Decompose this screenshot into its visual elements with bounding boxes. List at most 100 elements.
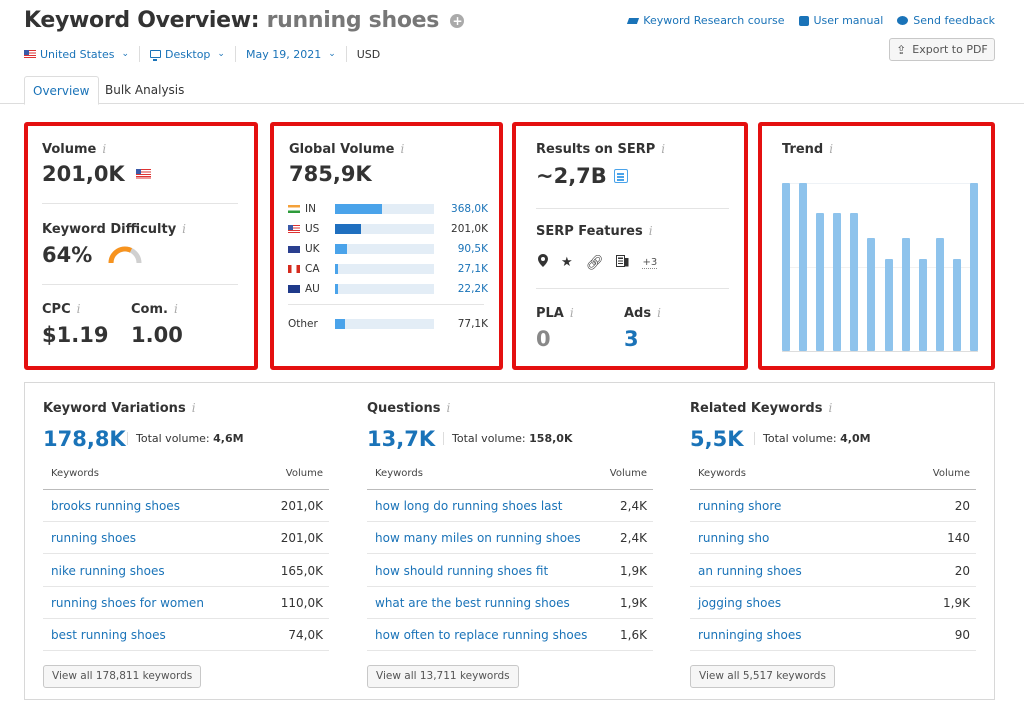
- info-icon[interactable]: i: [77, 302, 81, 316]
- user-manual-link[interactable]: User manual: [798, 14, 884, 27]
- info-icon[interactable]: i: [661, 142, 665, 156]
- ads-value[interactable]: 3: [624, 327, 639, 351]
- trend-bar[interactable]: [850, 213, 859, 351]
- info-icon[interactable]: i: [828, 401, 832, 415]
- device-dropdown[interactable]: Desktop ⌄: [150, 48, 225, 61]
- keyword-link[interactable]: running shoes: [51, 531, 136, 545]
- star-icon[interactable]: ★: [561, 255, 573, 270]
- volume-bar-fill: [335, 204, 382, 214]
- info-icon[interactable]: i: [400, 142, 404, 156]
- info-icon[interactable]: i: [657, 306, 661, 320]
- volume-bar-track: [335, 224, 434, 234]
- volume-bar-track: [335, 264, 434, 274]
- country-row-in: IN 368,0K: [288, 202, 488, 216]
- serp-snapshot-icon[interactable]: [614, 169, 629, 183]
- section-count[interactable]: 178,8K: [43, 427, 126, 451]
- keyword-link[interactable]: nike running shoes: [51, 564, 165, 578]
- total-volume: Total volume: 4,0M: [754, 432, 871, 445]
- trend-bar[interactable]: [867, 238, 876, 351]
- keyword-link[interactable]: running shoes for women: [51, 596, 204, 610]
- trend-bar[interactable]: [918, 258, 927, 351]
- keyword-link[interactable]: an running shoes: [698, 564, 802, 578]
- column-header-volume: Volume: [609, 468, 647, 479]
- trend-bar[interactable]: [884, 258, 893, 351]
- keyword-research-course-link[interactable]: Keyword Research course: [627, 14, 785, 27]
- info-icon[interactable]: i: [102, 142, 106, 156]
- currency-label: USD: [356, 47, 381, 61]
- kd-label: Keyword Difficulty i: [42, 222, 186, 237]
- tab-bulk-analysis[interactable]: Bulk Analysis: [97, 76, 192, 105]
- export-pdf-button[interactable]: ⇪ Export to PDF: [889, 38, 995, 61]
- info-icon[interactable]: i: [570, 306, 574, 320]
- link-label: Keyword Research course: [643, 14, 785, 27]
- location-pin-icon[interactable]: [538, 254, 548, 271]
- info-icon[interactable]: i: [192, 401, 196, 415]
- baseline: [782, 351, 978, 352]
- keyword-link[interactable]: runninging shoes: [698, 628, 802, 642]
- trend-bar[interactable]: [816, 213, 825, 351]
- country-volume[interactable]: 27,1K: [458, 263, 488, 275]
- section-count[interactable]: 13,7K: [367, 427, 435, 451]
- trend-bar[interactable]: [782, 183, 790, 351]
- send-feedback-link[interactable]: Send feedback: [897, 14, 995, 27]
- uk-flag-icon: [288, 245, 300, 253]
- country-volume[interactable]: 368,0K: [451, 203, 488, 215]
- keyword-link[interactable]: what are the best running shoes: [375, 596, 570, 610]
- news-icon[interactable]: [616, 254, 629, 271]
- other-value: 77,1K: [457, 318, 488, 330]
- total-value: 4,0M: [840, 432, 871, 445]
- info-icon[interactable]: i: [829, 142, 833, 156]
- keyword-link[interactable]: running sho: [698, 531, 769, 545]
- keyword-link[interactable]: jogging shoes: [698, 596, 781, 610]
- view-all-button[interactable]: View all 5,517 keywords: [690, 665, 835, 688]
- country-volume[interactable]: 22,2K: [458, 283, 488, 295]
- filter-bar: United States ⌄ Desktop ⌄ May 19, 2021 ⌄…: [24, 46, 380, 62]
- link-label: User manual: [813, 14, 884, 27]
- keyword-link[interactable]: brooks running shoes: [51, 499, 180, 513]
- info-icon[interactable]: i: [446, 401, 450, 415]
- keyword-link[interactable]: how many miles on running shoes: [375, 531, 581, 545]
- tab-overview[interactable]: Overview: [24, 76, 99, 105]
- cpc-value: $1.19: [42, 323, 109, 347]
- table-row: how long do running shoes last 2,4K: [367, 490, 653, 522]
- table-row: nike running shoes 165,0K: [43, 555, 329, 587]
- keyword-volume: 1,6K: [620, 628, 647, 643]
- more-features-link[interactable]: +3: [642, 257, 658, 269]
- pla-value: 0: [536, 327, 551, 351]
- view-all-button[interactable]: View all 178,811 keywords: [43, 665, 202, 688]
- keyword-volume: 165,0K: [280, 563, 323, 578]
- section-count[interactable]: 5,5K: [690, 427, 743, 451]
- column-header-volume: Volume: [932, 468, 970, 479]
- total-volume: Total volume: 158,0K: [443, 432, 572, 445]
- date-label: May 19, 2021: [245, 47, 322, 61]
- keyword-link[interactable]: how should running shoes fit: [375, 564, 548, 578]
- country-row-au: AU 22,2K: [288, 282, 488, 296]
- country-dropdown[interactable]: United States ⌄: [24, 48, 129, 61]
- trend-bar[interactable]: [833, 213, 842, 351]
- volume-bar-fill: [335, 244, 347, 254]
- info-icon[interactable]: i: [649, 224, 653, 238]
- country-volume[interactable]: 90,5K: [458, 243, 488, 255]
- trend-bar[interactable]: [952, 258, 961, 351]
- divider: [42, 203, 238, 204]
- trend-bar[interactable]: [935, 238, 944, 351]
- keyword-link[interactable]: best running shoes: [51, 628, 166, 642]
- date-dropdown[interactable]: May 19, 2021 ⌄: [246, 48, 336, 61]
- trend-bar[interactable]: [799, 183, 808, 351]
- info-icon[interactable]: i: [174, 302, 178, 316]
- keyword-link[interactable]: how often to replace running shoes: [375, 628, 587, 642]
- column-header-volume: Volume: [285, 468, 323, 479]
- keyword-volume: 74,0K: [288, 628, 323, 643]
- label-text: Keyword Difficulty: [42, 222, 177, 237]
- info-icon[interactable]: i: [182, 222, 186, 236]
- plus-circle-icon[interactable]: +: [450, 14, 465, 28]
- trend-bar[interactable]: [970, 183, 978, 351]
- serp-card: Results on SERP i ~2,7B SERP Features i ★ …: [512, 122, 748, 370]
- link-icon[interactable]: 🔗︎: [586, 255, 604, 271]
- ca-flag-icon: [288, 265, 300, 273]
- keyword-ideas-panel: Keyword Variations i 178,8K Total volume:…: [24, 382, 995, 700]
- trend-bar[interactable]: [901, 238, 910, 351]
- view-all-button[interactable]: View all 13,711 keywords: [367, 665, 519, 688]
- keyword-link[interactable]: how long do running shoes last: [375, 499, 562, 513]
- keyword-link[interactable]: running shore: [698, 499, 781, 513]
